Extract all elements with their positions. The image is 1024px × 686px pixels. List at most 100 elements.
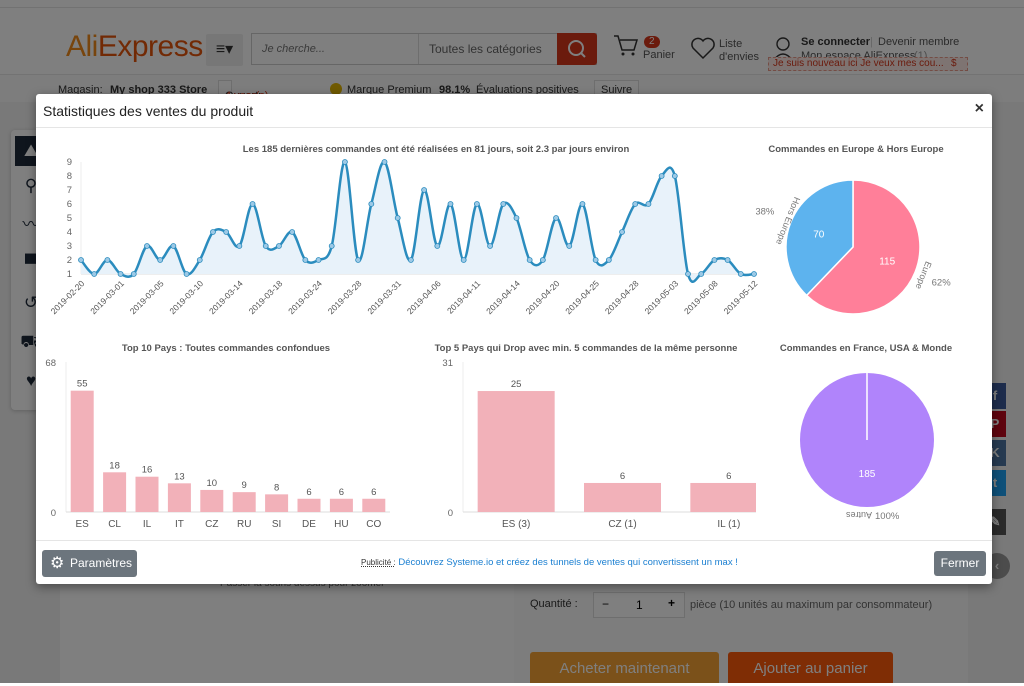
bar-value-label: 6: [339, 487, 344, 498]
x-tick-label: 2019-04-11: [445, 278, 483, 316]
bar: [362, 498, 386, 512]
data-point: [566, 243, 573, 249]
x-tick-label: 2019-04-06: [405, 278, 443, 316]
bar-value-label: 16: [142, 465, 153, 476]
france-usa-world-pie-chart: 185 Autres 100%: [800, 373, 934, 522]
data-point: [91, 271, 98, 277]
data-point: [223, 229, 230, 235]
x-tick-label: RU: [237, 519, 251, 530]
data-point: [315, 257, 322, 263]
top5-drop-bar-chart: 0 31 25 ES (3) 6 CZ (1) 6 IL (1): [442, 358, 756, 530]
data-point: [328, 243, 335, 249]
data-point: [381, 159, 388, 165]
close-icon[interactable]: ×: [975, 100, 984, 118]
daily-orders-line-chart: 1234567892019-02-20 2019-03-01 2019-03-05 2…: [49, 157, 760, 316]
close-button[interactable]: Fermer: [934, 551, 986, 576]
data-point: [632, 201, 639, 207]
data-point: [526, 257, 533, 263]
y-tick-label: 9: [67, 157, 72, 168]
x-tick-label: 2019-04-25: [563, 278, 601, 316]
bar: [167, 483, 191, 512]
bar: [584, 482, 661, 512]
data-point: [408, 257, 414, 263]
data-point: [473, 201, 480, 207]
data-point: [500, 201, 507, 207]
pie-percent-label: 62%: [932, 277, 952, 288]
data-point: [487, 243, 493, 249]
settings-button[interactable]: ⚙ Paramètres: [42, 550, 137, 577]
data-point: [170, 243, 177, 249]
data-point: [698, 271, 705, 277]
data-point: [421, 187, 427, 193]
x-tick-label: HU: [334, 519, 348, 530]
data-point: [210, 229, 216, 235]
x-tick-label: 2019-03-28: [326, 278, 364, 316]
x-tick-label: IL: [143, 519, 152, 530]
modal-header: Statistiques des ventes du produit ×: [36, 94, 992, 128]
x-tick-label: CL: [108, 519, 121, 530]
x-tick-label: SI: [272, 519, 281, 530]
bar: [200, 489, 224, 512]
data-point: [157, 257, 164, 263]
x-tick-label: CZ (1): [608, 519, 636, 530]
x-tick-label: 2019-04-14: [484, 278, 522, 316]
x-tick-label: 2019-03-14: [207, 278, 245, 316]
ad-prefix: Publicité :: [361, 558, 396, 567]
y-tick-label: 3: [67, 241, 72, 252]
top10-countries-bar-chart: 0 68 55 ES 18 CL 16 IL 13 IT 10 CZ 9 RU 8 SI 6 DE 6 HU 6 CO: [45, 358, 390, 530]
data-point: [117, 271, 124, 277]
x-tick-label: 2019-05-08: [682, 278, 720, 316]
y-tick-label: 2: [67, 255, 72, 266]
x-tick-label: DE: [302, 519, 316, 530]
gear-icon: ⚙: [50, 555, 65, 572]
pie-value-label: 115: [879, 257, 895, 268]
data-point: [236, 243, 243, 249]
pie-value-label: 185: [859, 469, 876, 480]
bar-value-label: 25: [511, 379, 522, 390]
bar: [232, 492, 256, 512]
data-point: [262, 243, 269, 249]
x-tick-label: 2019-03-10: [167, 278, 205, 316]
data-point: [104, 257, 111, 263]
data-point: [645, 201, 652, 207]
y-tick-label: 4: [67, 227, 72, 238]
data-point: [183, 271, 190, 277]
x-tick-label: 2019-04-28: [603, 278, 641, 316]
data-point: [619, 229, 625, 235]
bar: [135, 476, 159, 512]
bar: [297, 498, 321, 512]
x-tick-label: 2019-03-05: [128, 278, 166, 316]
sales-stats-modal: Statistiques des ventes du produit × Les…: [36, 94, 992, 584]
bar-value-label: 6: [306, 487, 311, 498]
data-point: [592, 257, 599, 263]
ad-link[interactable]: Découvrez Systeme.io et créez des tunnel…: [398, 557, 738, 568]
data-point: [579, 201, 586, 207]
europe-pie-chart: 115 Europe62%70Hors Europe38%: [756, 179, 952, 315]
bar: [329, 498, 353, 512]
data-point: [605, 257, 612, 263]
y-tick-label: 1: [67, 269, 72, 280]
bar: [477, 391, 555, 512]
bar: [103, 472, 127, 512]
x-tick-label: ES (3): [502, 519, 530, 530]
pie-percent-label: 38%: [756, 207, 775, 218]
data-point: [513, 215, 520, 221]
y-tick-label: 0: [448, 508, 453, 519]
bar-value-label: 55: [77, 379, 88, 390]
x-tick-label: 2019-03-31: [365, 278, 403, 316]
data-point: [658, 173, 665, 179]
pie-category-label: Autres: [846, 510, 873, 520]
x-tick-label: IL (1): [717, 519, 740, 530]
advertisement: Publicité : Découvrez Systeme.io et crée…: [361, 557, 738, 568]
data-point: [434, 243, 441, 249]
x-tick-label: CO: [366, 519, 381, 530]
data-point: [302, 257, 309, 263]
data-point: [196, 257, 203, 263]
x-tick-label: IT: [175, 519, 184, 530]
data-point: [553, 215, 559, 221]
x-tick-label: 2019-04-20: [524, 278, 562, 316]
y-tick-label: 6: [67, 199, 72, 210]
x-tick-label: 2019-03-01: [88, 278, 126, 316]
y-tick-label: 8: [67, 171, 72, 182]
bar-value-label: 9: [242, 480, 247, 491]
